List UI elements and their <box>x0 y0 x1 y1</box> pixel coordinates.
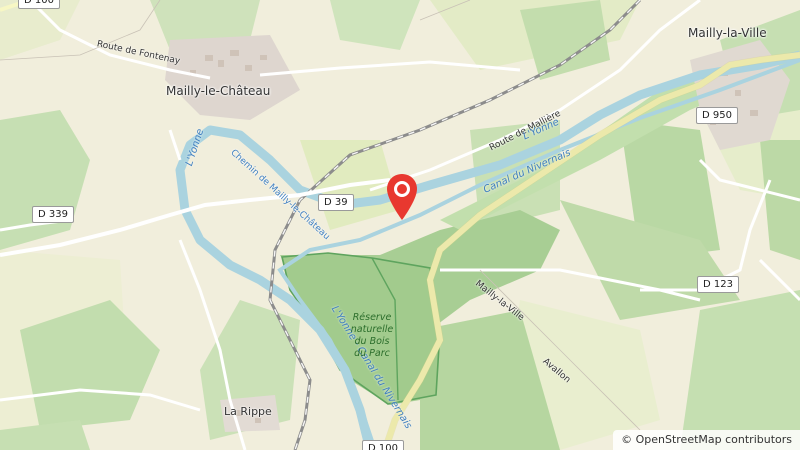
reserve-label-line1: Réserve <box>352 312 392 323</box>
reserve-label: Réserve naturelle du Bois du Parc <box>342 312 402 360</box>
road-shield-top: D 100 <box>18 0 60 9</box>
location-pin-icon[interactable] <box>385 172 419 222</box>
map-base-layer <box>0 0 800 450</box>
place-label-mailly-le-chateau: Mailly-le-Château <box>166 84 271 98</box>
road-shield-d123: D 123 <box>697 276 739 293</box>
road-shield-d39: D 39 <box>318 194 354 211</box>
reserve-label-line2: naturelle <box>350 324 394 335</box>
map-attribution[interactable]: © OpenStreetMap contributors <box>613 430 800 450</box>
map-canvas[interactable]: Mailly-le-Château Mailly-la-Ville La Rip… <box>0 0 800 450</box>
place-label-la-rippe: La Rippe <box>224 405 272 418</box>
road-shield-d950: D 950 <box>696 107 738 124</box>
road-shield-d100: D 100 <box>362 440 404 450</box>
reserve-label-line3: du Bois <box>354 336 390 347</box>
road-shield-d339: D 339 <box>32 206 74 223</box>
reserve-label-line4: du Parc <box>354 348 390 359</box>
place-label-mailly-la-ville: Mailly-la-Ville <box>688 26 767 40</box>
